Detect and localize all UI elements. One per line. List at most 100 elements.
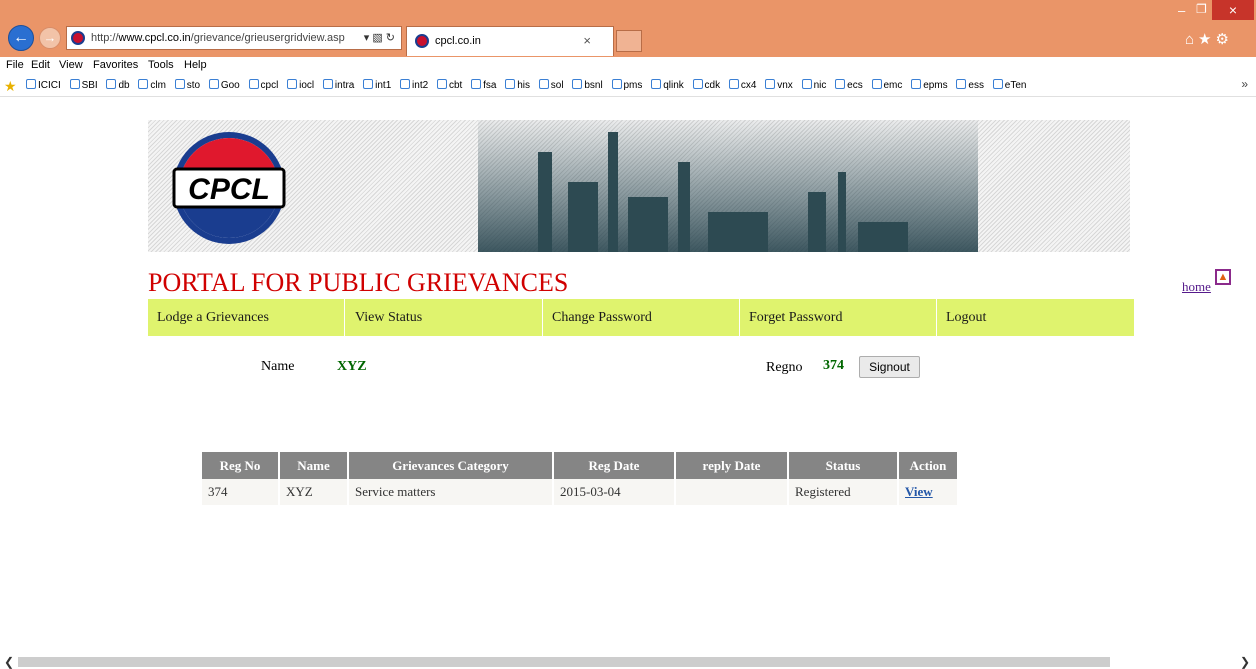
- table-row: 374 XYZ Service matters 2015-03-04 Regis…: [202, 479, 959, 505]
- name-value: XYZ: [337, 359, 367, 374]
- view-link[interactable]: View: [905, 484, 933, 499]
- favorite-link[interactable]: iocl: [287, 79, 314, 91]
- home-link[interactable]: home: [1182, 279, 1211, 295]
- address-url[interactable]: http://www.cpcl.co.in/grievance/grieuser…: [91, 32, 345, 44]
- home-star-gear-icons[interactable]: ⌂★⚙: [1185, 30, 1233, 48]
- chevron-right-icon[interactable]: »: [1241, 77, 1248, 91]
- favorite-link[interactable]: SBI: [69, 79, 98, 91]
- scroll-left-icon[interactable]: ❮: [4, 655, 14, 669]
- favorites-list: ICICI SBI db clm sto Goo cpcl iocl intra…: [26, 79, 1032, 91]
- favorite-link[interactable]: cbt: [436, 79, 462, 91]
- favorite-link[interactable]: ecs: [835, 79, 863, 91]
- tab-close-icon[interactable]: ×: [583, 33, 591, 48]
- scroll-right-icon[interactable]: ❯: [1240, 655, 1250, 669]
- menu-divider: [739, 299, 740, 336]
- browser-titlebar: ← → http://www.cpcl.co.in/grievance/grie…: [0, 0, 1256, 57]
- forward-arrow-icon[interactable]: →: [39, 27, 61, 49]
- horizontal-scrollbar[interactable]: ❮ ❯: [0, 655, 1256, 669]
- favorite-link[interactable]: his: [505, 79, 530, 91]
- menu-file[interactable]: File: [6, 59, 24, 71]
- favorite-link[interactable]: db: [106, 79, 130, 91]
- favorite-link[interactable]: cdk: [692, 79, 720, 91]
- cell-name: XYZ: [280, 479, 349, 505]
- menu-logout[interactable]: Logout: [946, 310, 986, 326]
- page-icon: [651, 79, 662, 89]
- menu-view-status[interactable]: View Status: [355, 310, 422, 326]
- refinery-tower: [628, 197, 668, 252]
- header-banner: CPCL: [148, 120, 1130, 252]
- favorite-link[interactable]: ess: [956, 79, 984, 91]
- table-header-row: Reg No Name Grievances Category Reg Date…: [202, 452, 959, 479]
- cell-category: Service matters: [349, 479, 554, 505]
- browser-menubar: File Edit View Favorites Tools Help: [0, 57, 1256, 75]
- menu-divider: [936, 299, 937, 336]
- page-icon: [835, 79, 846, 89]
- signout-button[interactable]: Signout: [859, 356, 920, 378]
- menu-change-password[interactable]: Change Password: [552, 310, 652, 326]
- new-tab-button[interactable]: [616, 30, 642, 52]
- page-icon: [871, 79, 882, 89]
- page-icon: [208, 79, 219, 89]
- favorite-link[interactable]: sol: [538, 79, 564, 91]
- favorite-link[interactable]: pms: [611, 79, 642, 91]
- favorite-link[interactable]: clm: [138, 79, 166, 91]
- restore-icon[interactable]: ❐: [1196, 2, 1207, 16]
- refinery-tower: [858, 222, 908, 252]
- favorite-link[interactable]: int2: [400, 79, 428, 91]
- address-controls[interactable]: ▾ ▧ ↻: [364, 31, 395, 44]
- menu-view[interactable]: View: [59, 59, 83, 71]
- favorite-link[interactable]: nic: [801, 79, 826, 91]
- favorite-link[interactable]: eTen: [992, 79, 1026, 91]
- home-icon[interactable]: ▲: [1215, 269, 1231, 285]
- cell-reply-date: [676, 479, 789, 505]
- page-icon: [363, 79, 374, 89]
- favorite-link[interactable]: vnx: [765, 79, 793, 91]
- browser-tab[interactable]: cpcl.co.in ×: [406, 26, 614, 56]
- page-icon: [287, 79, 298, 89]
- favorite-link[interactable]: cpcl: [248, 79, 278, 91]
- page-icon: [400, 79, 411, 89]
- favorite-link[interactable]: fsa: [471, 79, 496, 91]
- page-icon: [611, 79, 622, 89]
- minimize-icon[interactable]: –: [1178, 3, 1185, 18]
- menu-help[interactable]: Help: [184, 59, 207, 71]
- favorite-link[interactable]: epms: [911, 79, 948, 91]
- refinery-tower: [808, 192, 826, 252]
- favorite-link[interactable]: cx4: [728, 79, 756, 91]
- scrollbar-thumb[interactable]: [18, 657, 1110, 667]
- refinery-tower: [838, 172, 846, 252]
- refinery-tower: [538, 152, 552, 252]
- regno-value: 374: [823, 358, 844, 373]
- menu-favorites[interactable]: Favorites: [93, 59, 138, 71]
- column-header: Name: [280, 452, 349, 479]
- page-icon: [436, 79, 447, 89]
- favorite-link[interactable]: int1: [363, 79, 391, 91]
- page-icon: [106, 79, 117, 89]
- favorite-link[interactable]: Goo: [208, 79, 240, 91]
- favorite-link[interactable]: bsnl: [572, 79, 603, 91]
- address-bar[interactable]: http://www.cpcl.co.in/grievance/grieuser…: [66, 26, 402, 50]
- main-menu: Lodge a Grievances View Status Change Pa…: [148, 299, 1134, 336]
- favorites-star-icon[interactable]: ★: [4, 78, 17, 95]
- favorite-link[interactable]: emc: [871, 79, 902, 91]
- menu-tools[interactable]: Tools: [148, 59, 174, 71]
- page-icon: [248, 79, 259, 89]
- window-close-icon[interactable]: ×: [1212, 0, 1254, 20]
- menu-forget-password[interactable]: Forget Password: [749, 310, 842, 326]
- favorite-link[interactable]: qlink: [651, 79, 684, 91]
- page-icon: [322, 79, 333, 89]
- refinery-tower: [708, 212, 768, 252]
- page-icon: [728, 79, 739, 89]
- page-icon: [69, 79, 80, 89]
- refinery-tower: [608, 132, 618, 252]
- favorite-link[interactable]: sto: [174, 79, 200, 91]
- menu-edit[interactable]: Edit: [31, 59, 50, 71]
- back-arrow-icon[interactable]: ←: [8, 25, 34, 51]
- menu-lodge-grievance[interactable]: Lodge a Grievances: [157, 310, 269, 326]
- favorite-link[interactable]: ICICI: [26, 79, 61, 91]
- tab-title: cpcl.co.in: [435, 35, 481, 47]
- page-icon: [911, 79, 922, 89]
- favorites-bar: ★ ICICI SBI db clm sto Goo cpcl iocl int…: [0, 75, 1256, 97]
- page-icon: [174, 79, 185, 89]
- favorite-link[interactable]: intra: [322, 79, 354, 91]
